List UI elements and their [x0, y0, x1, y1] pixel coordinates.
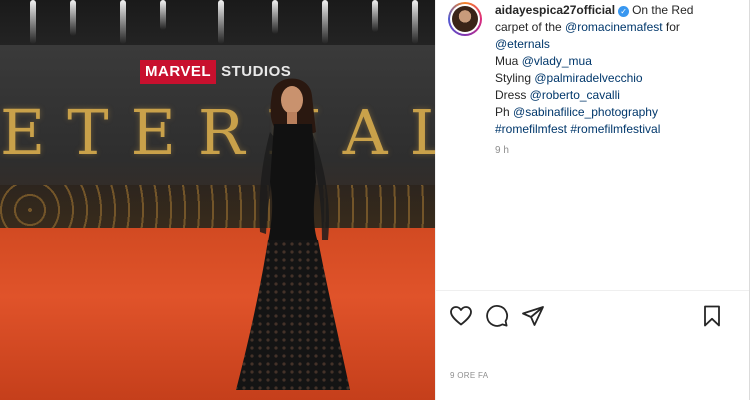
avatar-photo [452, 6, 478, 32]
mention-link[interactable]: @roberto_cavalli [530, 88, 620, 102]
caption-timestamp[interactable]: 9 h [495, 145, 509, 156]
heart-icon [450, 306, 472, 326]
paper-plane-icon [522, 306, 544, 326]
share-button[interactable] [521, 304, 545, 328]
person-silhouette [236, 78, 350, 390]
actions-divider [435, 290, 749, 291]
author-avatar[interactable] [448, 2, 482, 36]
caption-text: Styling [495, 71, 535, 85]
hashtag-link[interactable]: #romefilmfest #romefilmfestival [495, 122, 660, 136]
mention-link[interactable]: @sabinafilice_photography [513, 105, 658, 119]
caption-text: Mua [495, 54, 522, 68]
mention-link[interactable]: @vlady_mua [522, 54, 592, 68]
caption-text: Dress [495, 88, 530, 102]
mention-link[interactable]: @romacinemafest [565, 20, 663, 34]
bookmark-icon [704, 305, 720, 327]
firework-spark [272, 0, 278, 34]
post-timestamp[interactable]: 9 ORE FA [450, 371, 488, 380]
caption-text: carpet of the [495, 20, 566, 34]
firework-spark [160, 0, 166, 30]
save-button[interactable] [700, 304, 724, 328]
firework-spark [30, 0, 36, 44]
caption-text: Ph [495, 105, 514, 119]
comment-button[interactable] [485, 304, 509, 328]
firework-spark [70, 0, 76, 36]
mention-link[interactable]: @palmiradelvecchio [534, 71, 642, 85]
caption-text: for [662, 20, 680, 34]
firework-spark [322, 0, 328, 44]
firework-spark [372, 0, 378, 32]
caption-text: On the Red [632, 3, 694, 17]
like-button[interactable] [449, 304, 473, 328]
post-caption: aidayespica27official ✓ On the Red carpet … [495, 2, 720, 138]
firework-spark [412, 0, 418, 44]
firework-spark [218, 0, 224, 44]
mention-link[interactable]: @eternals [495, 37, 550, 51]
firework-spark [120, 0, 126, 44]
comment-icon [486, 305, 508, 327]
verified-badge-icon: ✓ [618, 6, 630, 17]
backdrop-title: ETERNALS [0, 96, 435, 166]
post-photo[interactable]: MARVEL STUDIOS ETERNALS [0, 0, 435, 400]
red-carpet [0, 228, 435, 400]
author-username[interactable]: aidayespica27official [495, 3, 615, 17]
